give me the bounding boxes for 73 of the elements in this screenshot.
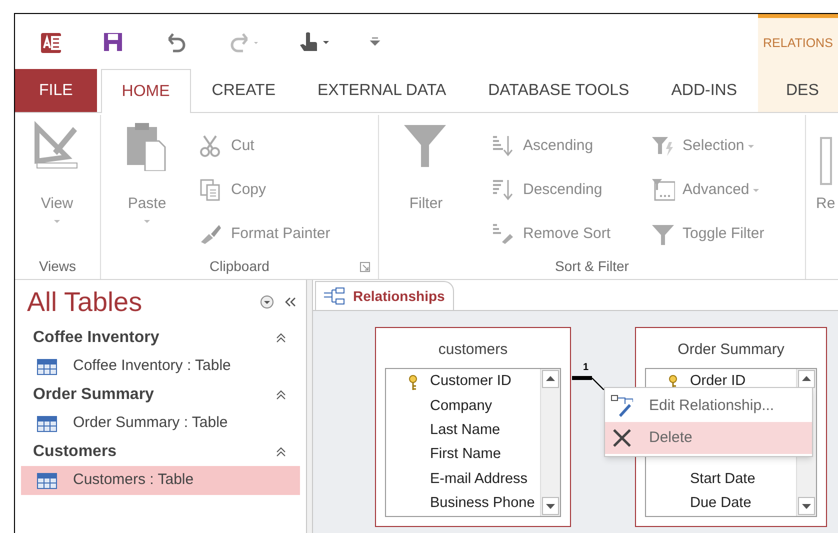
ribbon-button[interactable]: Advanced <box>650 178 764 202</box>
group-label: Sort & Filter <box>555 256 629 276</box>
ribbon-button[interactable]: Toggle Filter <box>650 222 764 246</box>
file-tab[interactable]: FILE <box>15 69 97 112</box>
sort-ascending-icon <box>491 134 515 158</box>
group-header[interactable]: Coffee Inventory <box>15 324 306 352</box>
group-label: Clipboard <box>210 256 270 276</box>
field-name: Business Phone <box>430 494 535 514</box>
menu-item[interactable]: Delete <box>605 422 812 454</box>
document-tab[interactable]: Relationships <box>315 281 454 310</box>
large-ribbon-button[interactable]: Paste <box>117 115 177 223</box>
copy-icon <box>199 178 223 202</box>
ribbon-button[interactable]: Descending <box>491 178 611 202</box>
menu-item[interactable]: Edit Relationship... <box>605 390 812 422</box>
group-header[interactable]: Order Summary <box>15 381 306 409</box>
contextual-tab-label: RELATIONS <box>758 14 838 69</box>
field-name: Start Date <box>690 470 756 489</box>
collapse-icon <box>276 390 286 400</box>
ribbon-tab[interactable]: DATABASE TOOLS <box>467 69 650 112</box>
collapse-pane-icon[interactable] <box>284 296 296 308</box>
nav-item[interactable]: Customers : Table <box>21 466 300 495</box>
table-title: customers <box>437 340 509 360</box>
table-icon <box>37 416 57 432</box>
table-icon <box>37 472 57 488</box>
relationships-icon <box>324 287 345 305</box>
table-icon <box>37 358 57 374</box>
remove-sort-icon <box>491 222 515 246</box>
nav-item[interactable]: Order Summary : Table <box>21 409 300 438</box>
sort-descending-icon <box>491 178 515 202</box>
filter-selection-icon <box>650 134 675 158</box>
dropdown-icon[interactable] <box>260 295 274 309</box>
large-ribbon-button[interactable]: Filter <box>391 115 461 211</box>
ribbon-tab[interactable]: EXTERNAL DATA <box>296 69 468 112</box>
ribbon-button[interactable]: Ascending <box>491 134 611 158</box>
ribbon-tab[interactable]: HOME <box>100 69 191 113</box>
scroll-up-icon <box>542 370 559 388</box>
group-header[interactable]: Customers <box>15 438 306 466</box>
ribbon-button[interactable]: Format Painter <box>199 222 330 246</box>
scroll-down-icon <box>542 497 559 515</box>
touch-mode-icon <box>297 30 331 54</box>
field-name: Last Name <box>430 421 500 440</box>
delete-icon <box>611 427 633 449</box>
relationship-line <box>572 374 604 390</box>
ribbon-button[interactable]: Remove Sort <box>491 222 611 246</box>
field-name: Due Date <box>690 494 752 514</box>
dialog-launcher-icon[interactable] <box>360 262 370 272</box>
customize-icon <box>369 37 381 46</box>
scroll-down-icon <box>798 497 815 515</box>
ribbon-tab[interactable]: ADD-INS <box>650 69 758 112</box>
ribbon-tab[interactable]: CREATE <box>190 69 296 112</box>
nav-item[interactable]: Coffee Inventory : Table <box>21 352 300 381</box>
filter-advanced-icon <box>650 178 675 202</box>
scrollbar[interactable] <box>540 369 560 516</box>
large-ribbon-button[interactable]: View <box>27 115 87 223</box>
field-name: First Name <box>430 445 501 464</box>
pane-title: All Tables <box>27 286 144 319</box>
edit-relationship-icon <box>611 395 633 417</box>
ribbon-button-label: Re <box>816 194 836 214</box>
table-title: Order Summary <box>676 340 786 360</box>
field-name: Customer ID <box>430 372 512 392</box>
group-label: Views <box>38 256 76 276</box>
field-name: E-mail Address <box>430 470 528 489</box>
ribbon-tab[interactable]: DES <box>758 69 838 112</box>
cardinality-label: 1 <box>583 363 590 373</box>
collapse-icon <box>276 447 286 457</box>
field-name: Order ID <box>690 372 746 392</box>
ribbon-button[interactable]: Copy <box>199 178 330 202</box>
ribbon-button[interactable]: Cut <box>199 134 330 158</box>
toggle-filter-icon <box>650 222 675 246</box>
field-name: Company <box>430 396 492 416</box>
collapse-icon <box>276 333 286 343</box>
ribbon-button[interactable]: Selection <box>650 134 764 158</box>
scissors-icon <box>199 134 223 158</box>
